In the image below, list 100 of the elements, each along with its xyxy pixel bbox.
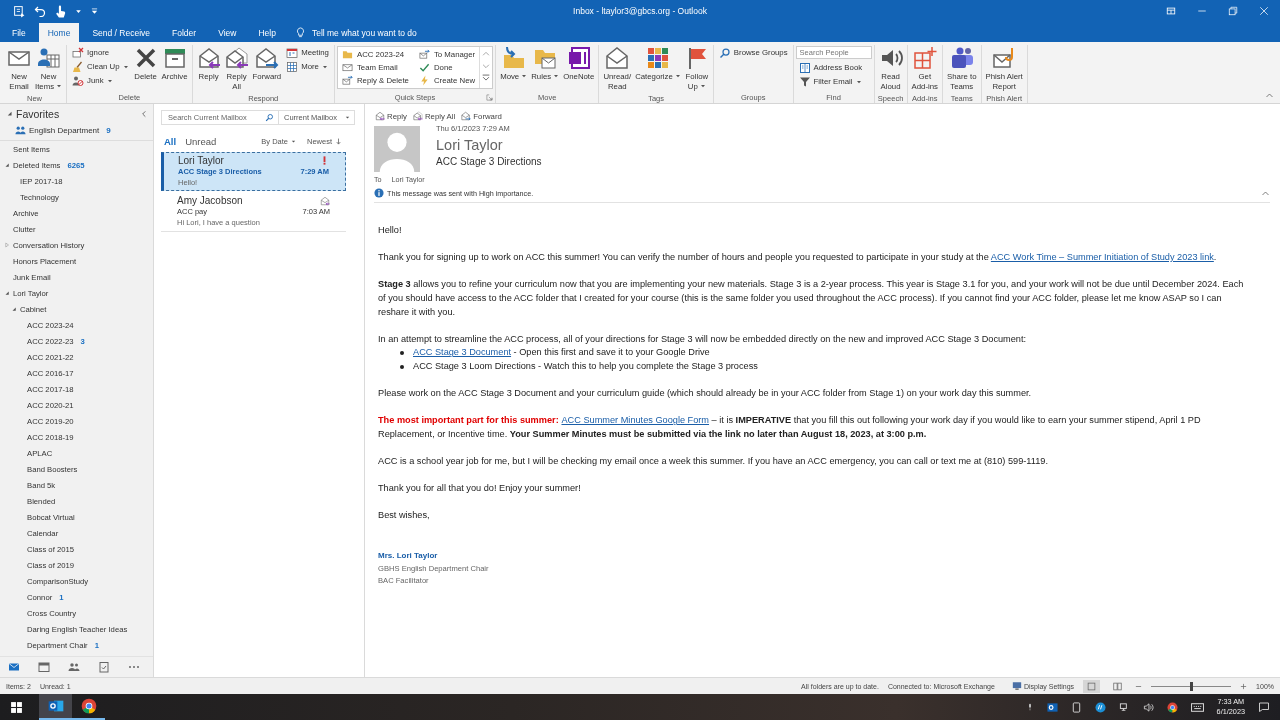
unread-count: 9	[106, 125, 111, 135]
body-paragraph: The most important part for this summer: ACC Summer Minutes Google Form – it is IMPERATIVE that you fill this out following your work day if you would like to earn your summer stipend, April 1 PD Replacement, or Incentive time. Your Summer Minutes must be submitted via the link no later than August 18, 2023, at 3:00 p.m.	[378, 414, 1202, 441]
body-paragraph: In an attempt to streamline the ACC process, all of your directions for Stage 3 will now be embedded directly on the new and improved ACC Stage 3 Document:	[378, 332, 1028, 346]
reply-icon	[196, 46, 221, 70]
expand-arrow-icon[interactable]	[4, 162, 10, 168]
people-icon	[949, 46, 974, 70]
send-receive-icon[interactable]	[13, 4, 26, 18]
link[interactable]: ACC Summer Minutes Google Form	[561, 415, 710, 426]
network-icon[interactable]	[1118, 701, 1130, 713]
info-icon	[374, 188, 384, 198]
message-subject: ACC Stage 3 Directions	[436, 156, 542, 167]
body-paragraph: Thank you for signing up to work on ACC this summer! You can verify the number of hours and people you requested to participate in your study at the ACC Work Time – Summer Initiation of Study 2023 link.	[378, 251, 1218, 265]
bullet-text: ACC Stage 3 Document - Open this first and save it to your Google Drive	[413, 346, 710, 360]
mail-app-icon[interactable]	[1046, 701, 1058, 713]
monitor-icon	[1011, 681, 1022, 691]
windows-start-icon[interactable]	[10, 700, 23, 714]
group-icon	[15, 124, 26, 136]
expand-arrow-icon[interactable]	[11, 306, 17, 312]
tasks-icon[interactable]	[98, 661, 110, 673]
folder-label[interactable]: English Department	[29, 125, 100, 135]
filter-tab[interactable]: All	[161, 135, 180, 147]
grid-plus-icon	[912, 46, 937, 70]
open-envelope-icon	[605, 46, 630, 70]
body-paragraph: ACC is a school year job for me, but I will be checking my email once a week this summer. If you have an ACC emergency, you can call or text me at (810) 599-1119.	[378, 455, 1049, 469]
expand-arrow-icon[interactable]	[6, 110, 13, 117]
notebook-icon	[566, 46, 591, 70]
filter-icon	[798, 75, 811, 88]
filter-tab[interactable]: Unread	[182, 135, 220, 147]
calendar-icon[interactable]	[38, 661, 50, 673]
ribbon-tab[interactable]: Help	[249, 23, 285, 42]
keyboard-icon[interactable]	[1190, 700, 1204, 714]
envelope-arrow-icon	[418, 49, 430, 60]
customize-icon[interactable]	[90, 6, 99, 16]
address-book-icon	[798, 61, 811, 74]
search-icon	[718, 46, 731, 59]
restore-icon[interactable]	[1228, 6, 1238, 16]
bullet-icon	[400, 364, 404, 369]
phone-icon[interactable]	[1070, 701, 1082, 713]
folder-icon	[341, 49, 353, 60]
caret-icon	[344, 115, 350, 120]
checkmark-icon	[418, 62, 430, 73]
reply-all-icon	[412, 111, 423, 121]
person-block-icon	[72, 74, 85, 87]
window-title: Inbox - ltaylor3@gbcs.org - Outlook	[573, 6, 707, 16]
undo-icon[interactable]	[34, 5, 46, 17]
forward-icon	[461, 111, 472, 121]
lightbulb-icon	[294, 27, 306, 38]
expand-gallery-icon[interactable]	[481, 72, 492, 84]
ribbon-tab[interactable]: Home	[38, 23, 80, 42]
browser-icon[interactable]	[80, 698, 97, 714]
envelope-icon	[341, 62, 353, 73]
color-grid-icon	[646, 46, 670, 70]
hand-icon[interactable]	[54, 4, 67, 18]
envelope-arrow-icon	[341, 75, 353, 86]
ribbon-tab[interactable]: View	[209, 23, 246, 42]
bullet-text: ACC Stage 3 Loom Directions - Watch this to help you complete the Stage 3 process	[413, 359, 758, 373]
tell-me-search[interactable]: Tell me what you want to do	[288, 23, 423, 42]
body-paragraph: Please work on the ACC Stage 3 Document and your curriculum guide (which should already be in your ACC folder from Stage 1) on your work day this summer.	[378, 387, 1033, 401]
zoom-slider-thumb[interactable]	[1190, 681, 1194, 691]
calendar-icon	[286, 46, 299, 59]
expand-arrow-icon[interactable]	[4, 290, 10, 296]
envelope-cross-icon	[72, 46, 85, 59]
body-paragraph: Best wishes,	[378, 509, 431, 523]
signature-name: Mrs. Lori Taylor	[378, 550, 439, 563]
caret-icon	[291, 138, 296, 144]
people-icon[interactable]	[68, 661, 80, 673]
person-calendar-icon	[36, 46, 61, 70]
collapse-pane-icon[interactable]	[140, 109, 148, 118]
ribbon-display-icon[interactable]	[1166, 6, 1176, 16]
reply-icon	[375, 111, 385, 121]
down-arrow-icon	[335, 137, 342, 145]
volume-icon[interactable]	[1142, 701, 1154, 713]
sender-name: Amy Jacobson	[177, 195, 244, 206]
broom-icon	[72, 60, 85, 73]
sender-name: Lori Taylor	[436, 137, 504, 153]
zoom-in-icon[interactable]	[1240, 682, 1248, 690]
caret-icon[interactable]	[75, 7, 82, 15]
app-circle-icon[interactable]	[1094, 701, 1106, 713]
link[interactable]: ACC Stage 3 Document	[413, 347, 512, 358]
link[interactable]: ACC Work Time – Summer Initiation of Study 2023 link	[990, 252, 1214, 263]
notification-icon[interactable]	[1258, 701, 1270, 713]
bullet-icon	[400, 351, 404, 356]
folder-arrow-icon	[501, 46, 526, 70]
forward-icon	[254, 46, 279, 70]
ribbon-tab[interactable]: Send / Receive	[83, 23, 160, 42]
avatar-icon	[374, 124, 420, 174]
mail-icon[interactable]	[8, 661, 20, 673]
ribbon-tab[interactable]: Folder	[163, 23, 206, 42]
reply-all-icon	[224, 46, 249, 70]
body-paragraph: Stage 3 allows you to refine your curriculum now that you are implementing your new materials. Stage 3 is a 2-year process. This year is Stage 3.1 for you, and your work will not be due until December 2024. Each of you should have access to the ACC folder that I created for your course (this is the same folder you used throughout the ACC process). If you cannot find your ACC folder, please let me know ASAP so I can reshare it with you.	[378, 278, 1245, 319]
body-paragraph: Thank you for all that you do! Enjoy your summer!	[378, 482, 582, 496]
archive-box-icon	[162, 46, 187, 70]
ribbon-tab[interactable]: File	[3, 23, 35, 42]
browser-icon[interactable]	[1166, 701, 1178, 713]
search-icon	[265, 113, 274, 122]
sender-name: Lori Taylor	[178, 155, 225, 166]
close-icon[interactable]	[1259, 6, 1269, 16]
favorites-header[interactable]: Favorites	[16, 107, 60, 120]
mail-app-icon[interactable]	[47, 698, 64, 714]
grid-icon	[286, 60, 299, 73]
